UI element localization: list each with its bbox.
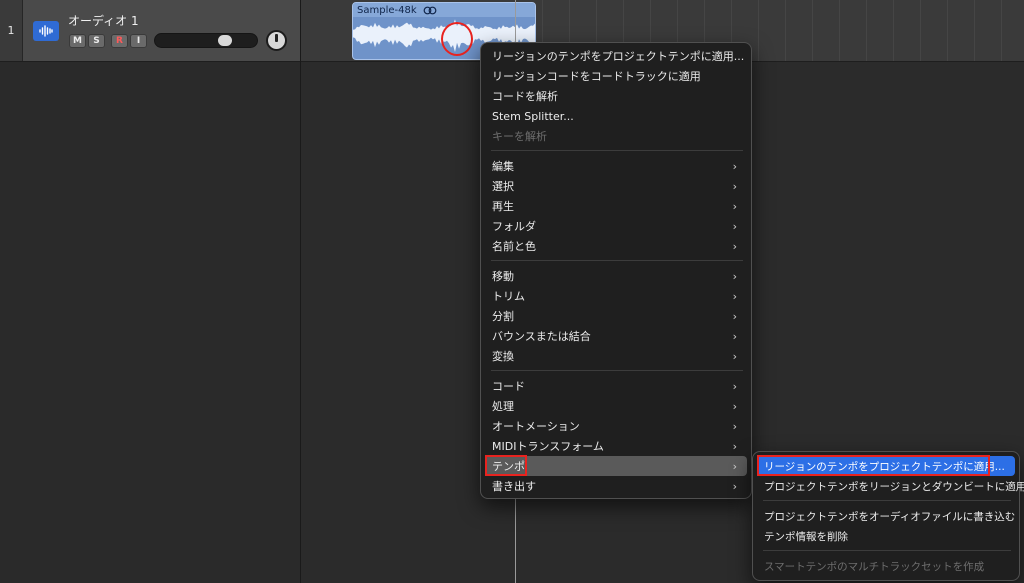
bar-gridline [893, 0, 894, 61]
context-menu-item-label: 書き出す [492, 480, 536, 493]
context-menu-item[interactable]: フォルダ › [485, 216, 747, 236]
tempo-submenu-item-label: プロジェクトテンポをリージョンとダウンビートに適用 [764, 480, 1024, 493]
chevron-right-icon: › [732, 350, 737, 363]
context-menu-item[interactable]: 移動 › [485, 266, 747, 286]
context-menu-item[interactable]: バウンスまたは結合 › [485, 326, 747, 346]
tempo-submenu-item-label: テンポ情報を削除 [764, 530, 848, 543]
context-menu-item-label: トリム [492, 290, 525, 303]
chevron-right-icon: › [732, 440, 737, 453]
context-menu-item-label: 処理 [492, 400, 514, 413]
chevron-right-icon: › [732, 400, 737, 413]
bar-gridline [866, 0, 867, 61]
chevron-right-icon: › [732, 220, 737, 233]
context-menu-item-label: 編集 [492, 160, 514, 173]
region-header[interactable]: Sample-48k [353, 3, 535, 17]
context-menu-item-label: コード [492, 380, 525, 393]
bar-gridline [758, 0, 759, 61]
region-name: Sample-48k [357, 4, 417, 16]
context-menu-item[interactable]: トリム › [485, 286, 747, 306]
pan-knob[interactable] [266, 30, 287, 51]
menu-separator [491, 260, 743, 261]
context-menu-item-label: リージョンコードをコードトラックに適用 [492, 70, 701, 83]
context-menu-item-label: フォルダ [492, 220, 536, 233]
context-menu-item[interactable]: 書き出す › [485, 476, 747, 496]
context-menu-item-label: オートメーション [492, 420, 580, 433]
context-menu-item[interactable]: リージョンのテンポをプロジェクトテンポに適用... [485, 46, 747, 66]
context-menu-item[interactable]: 編集 › [485, 156, 747, 176]
tempo-submenu-item-label: スマートテンポのマルチトラックセットを作成 [764, 560, 985, 573]
record-enable-button[interactable]: R [111, 34, 128, 48]
tempo-submenu-item[interactable]: テンポ情報を削除 [757, 526, 1015, 546]
waveform-icon [33, 21, 59, 41]
chevron-right-icon: › [732, 420, 737, 433]
context-menu-item-label: Stem Splitter... [492, 109, 574, 123]
loop-icon [423, 6, 437, 15]
bar-gridline [812, 0, 813, 61]
chevron-right-icon: › [732, 200, 737, 213]
context-menu-item: キーを解析 [485, 126, 747, 146]
chevron-right-icon: › [732, 160, 737, 173]
context-menu-item[interactable]: リージョンコードをコードトラックに適用 [485, 66, 747, 86]
context-menu-item[interactable]: Stem Splitter... [485, 106, 747, 126]
chevron-right-icon: › [732, 310, 737, 323]
context-menu-item[interactable]: 再生 › [485, 196, 747, 216]
context-menu-item-label: 選択 [492, 180, 514, 193]
context-menu-item-label: バウンスまたは結合 [492, 330, 591, 343]
context-menu-item-label: コードを解析 [492, 90, 558, 103]
context-menu-item-label: リージョンのテンポをプロジェクトテンポに適用... [492, 50, 745, 63]
menu-separator [763, 550, 1011, 551]
chevron-right-icon: › [732, 240, 737, 253]
tempo-submenu-item: スマートテンポのマルチトラックセットを作成 [757, 556, 1015, 576]
tempo-submenu-item-label: プロジェクトテンポをオーディオファイルに書き込む [764, 510, 1016, 523]
input-monitor-button[interactable]: I [130, 34, 147, 48]
annotation-highlight-tempo [485, 455, 527, 476]
mute-button[interactable]: M [69, 34, 86, 48]
volume-slider[interactable] [154, 33, 258, 48]
context-menu-item-label: 再生 [492, 200, 514, 213]
tempo-submenu-item[interactable]: プロジェクトテンポをオーディオファイルに書き込む [757, 506, 1015, 526]
logic-window: 1 オーディオ 1 M S R I Sample-48k リージョンのテンポをプ… [0, 0, 1024, 583]
context-menu-item[interactable]: 分割 › [485, 306, 747, 326]
track-header[interactable]: 1 オーディオ 1 M S R I [0, 0, 300, 62]
bar-gridline [785, 0, 786, 61]
chevron-right-icon: › [732, 270, 737, 283]
context-menu-item-label: 移動 [492, 270, 514, 283]
context-menu-item[interactable]: 変換 › [485, 346, 747, 366]
chevron-right-icon: › [732, 290, 737, 303]
context-menu-item-label: 変換 [492, 350, 514, 363]
context-menu-item-label: 分割 [492, 310, 514, 323]
track-name[interactable]: オーディオ 1 [68, 12, 139, 29]
bar-gridline [839, 0, 840, 61]
menu-separator [763, 500, 1011, 501]
menu-separator [491, 150, 743, 151]
context-menu-item[interactable]: コードを解析 [485, 86, 747, 106]
volume-slider-handle[interactable] [218, 35, 232, 46]
annotation-circle [441, 22, 473, 56]
chevron-right-icon: › [732, 460, 737, 473]
context-menu-item[interactable]: オートメーション › [485, 416, 747, 436]
track-number: 1 [0, 0, 23, 61]
chevron-right-icon: › [732, 480, 737, 493]
chevron-right-icon: › [732, 330, 737, 343]
context-menu-item-label: 名前と色 [492, 240, 536, 253]
context-menu-item[interactable]: コード › [485, 376, 747, 396]
menu-separator [491, 370, 743, 371]
context-menu-item-label: キーを解析 [492, 130, 547, 143]
bar-gridline [947, 0, 948, 61]
bar-gridline [1001, 0, 1002, 61]
solo-button[interactable]: S [88, 34, 105, 48]
bar-gridline [974, 0, 975, 61]
track-header-column: 1 オーディオ 1 M S R I [0, 0, 301, 583]
context-menu-item[interactable]: 選択 › [485, 176, 747, 196]
region-context-menu: リージョンのテンポをプロジェクトテンポに適用... リージョンコードをコードトラッ… [480, 42, 752, 499]
context-menu-item[interactable]: 名前と色 › [485, 236, 747, 256]
tempo-submenu-item[interactable]: プロジェクトテンポをリージョンとダウンビートに適用 [757, 476, 1024, 496]
chevron-right-icon: › [732, 380, 737, 393]
context-menu-item[interactable]: MIDIトランスフォーム › [485, 436, 747, 456]
context-menu-item[interactable]: 処理 › [485, 396, 747, 416]
annotation-highlight-apply-tempo [757, 455, 990, 476]
context-menu-item-label: MIDIトランスフォーム [492, 440, 604, 453]
bar-gridline [920, 0, 921, 61]
chevron-right-icon: › [732, 180, 737, 193]
